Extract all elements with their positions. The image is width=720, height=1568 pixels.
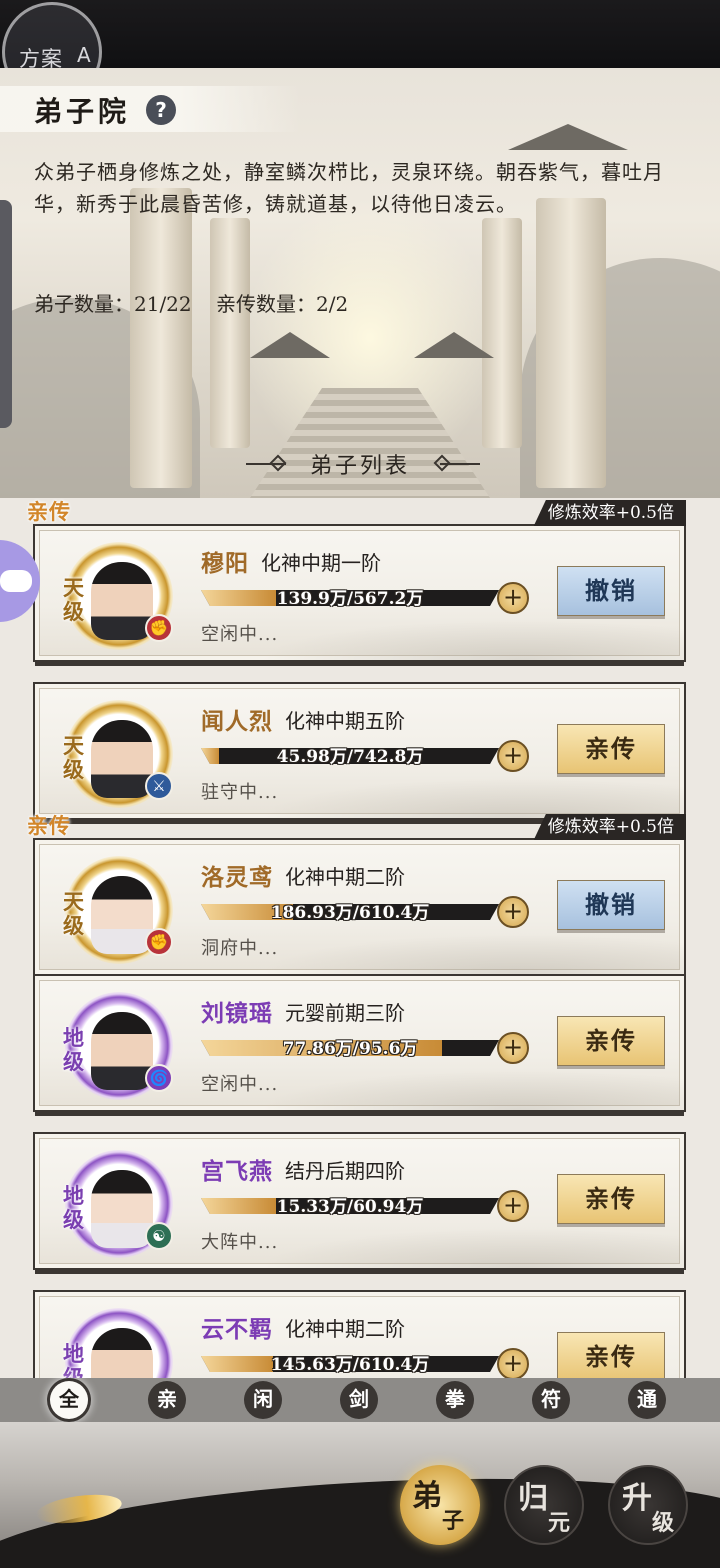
- help-icon[interactable]: ?: [146, 95, 176, 125]
- list-title: 弟子列表: [309, 454, 410, 479]
- filter-direct[interactable]: 亲: [148, 1381, 186, 1419]
- temple-roof: [508, 124, 628, 150]
- grade-label: 天级: [63, 733, 84, 782]
- efficiency-bonus-badge: 修炼效率+0.5倍: [533, 814, 686, 840]
- progress-text: 77.86万/95.6万: [282, 1039, 418, 1059]
- disciple-name: 闻人烈: [201, 708, 273, 735]
- direct-disciple-count: 亲传数量：2/2: [216, 292, 349, 316]
- portrait: [91, 1170, 153, 1248]
- add-cultivation-button[interactable]: +: [497, 896, 529, 928]
- realm-label: 元婴前期三阶: [285, 1001, 405, 1025]
- filter-sword[interactable]: 剑: [340, 1381, 378, 1419]
- make-direct-button[interactable]: 亲传: [557, 1174, 665, 1224]
- plan-letter: A: [77, 43, 91, 67]
- header-scene: [0, 68, 720, 498]
- side-drawer-handle[interactable]: [0, 200, 12, 428]
- grade-label: 天级: [63, 575, 84, 624]
- nav-label: 级: [652, 1510, 675, 1536]
- make-direct-button[interactable]: 亲传: [557, 724, 665, 774]
- add-cultivation-button[interactable]: +: [497, 582, 529, 614]
- portrait: [91, 1012, 153, 1090]
- disciple-list[interactable]: 亲传 修炼效率+0.5倍 天级 ✊ 穆阳 化神中期一阶 139.9万/567.2…: [0, 498, 720, 1378]
- disciple-card[interactable]: 亲传 修炼效率+0.5倍 天级 ✊ 穆阳 化神中期一阶 139.9万/567.2…: [27, 499, 686, 666]
- progress-text: 45.98万/742.8万: [276, 747, 424, 767]
- disciple-card[interactable]: 地级 云不羁 化神中期二阶 145.63万/610.4万 + 亲传: [33, 1290, 686, 1378]
- filter-idle[interactable]: 闲: [244, 1381, 282, 1419]
- disciple-count: 弟子数量：21/22: [34, 292, 192, 316]
- nav-upgrade[interactable]: 升 级: [608, 1465, 688, 1545]
- efficiency-bonus-badge: 修炼效率+0.5倍: [533, 500, 686, 526]
- revoke-direct-button[interactable]: 撤销: [557, 880, 665, 930]
- temple-stairs: [250, 388, 490, 498]
- status-text: 空闲中...: [201, 1074, 279, 1095]
- sword-sect-icon: ⚔: [145, 772, 173, 800]
- divider-ornament-right: [440, 463, 480, 465]
- revoke-direct-button[interactable]: 撤销: [557, 566, 665, 616]
- nav-disciples[interactable]: 弟 子: [400, 1465, 480, 1545]
- stone-pillar: [130, 188, 192, 488]
- fist-sect-icon: ✊: [145, 614, 173, 642]
- portrait: [91, 1328, 153, 1378]
- progress-text: 186.93万/610.4万: [270, 903, 430, 923]
- stone-pillar: [536, 198, 606, 488]
- progress-text: 139.9万/567.2万: [276, 589, 424, 609]
- disciple-name: 穆阳: [201, 550, 249, 577]
- temple-roof: [414, 332, 494, 358]
- disciple-name: 云不羁: [201, 1316, 273, 1343]
- nav-label: 子: [442, 1508, 465, 1534]
- grade-label: 地级: [63, 1183, 84, 1232]
- nav-label: 归: [518, 1481, 548, 1516]
- count-row: 弟子数量：21/22 亲传数量：2/2: [34, 288, 366, 317]
- gamepad-icon: [0, 570, 32, 592]
- make-direct-button[interactable]: 亲传: [557, 1332, 665, 1378]
- nav-return[interactable]: 归 元: [504, 1465, 584, 1545]
- direct-disciple-tag: 亲传: [27, 813, 71, 838]
- disciple-card[interactable]: 天级 ⚔ 闻人烈 化神中期五阶 45.98万/742.8万 + 驻守中... 亲…: [33, 682, 686, 824]
- temple-roof: [250, 332, 330, 358]
- add-cultivation-button[interactable]: +: [497, 1190, 529, 1222]
- nav-label: 弟: [412, 1479, 442, 1514]
- disciple-name: 宫飞燕: [201, 1158, 273, 1185]
- realm-label: 化神中期五阶: [285, 709, 405, 733]
- disciple-card[interactable]: 地级 ☯ 宫飞燕 结丹后期四阶 15.33万/60.94万 + 大阵中... 亲…: [33, 1132, 686, 1274]
- add-cultivation-button[interactable]: +: [497, 740, 529, 772]
- spirit-sect-icon: 🌀: [145, 1064, 173, 1092]
- realm-label: 化神中期一阶: [261, 551, 381, 575]
- grade-label: 地级: [63, 1341, 84, 1379]
- status-text: 洞府中...: [201, 938, 279, 959]
- status-text: 空闲中...: [201, 624, 279, 645]
- disciple-name: 洛灵鸢: [201, 864, 273, 891]
- realm-label: 结丹后期四阶: [285, 1159, 405, 1183]
- nav-label: 升: [622, 1481, 652, 1516]
- progress-text: 145.63万/610.4万: [270, 1355, 430, 1375]
- nav-label: 元: [548, 1510, 571, 1536]
- intro-text: 众弟子栖身修炼之处，静室鳞次栉比，灵泉环绕。朝吞紫气，暮吐月华，新秀于此晨昏苦修…: [34, 160, 664, 216]
- top-bar: [0, 0, 720, 68]
- realm-label: 化神中期二阶: [285, 865, 405, 889]
- filter-fist[interactable]: 拳: [436, 1381, 474, 1419]
- portrait: [91, 720, 153, 798]
- status-text: 大阵中...: [201, 1232, 279, 1253]
- make-direct-button[interactable]: 亲传: [557, 1016, 665, 1066]
- stone-pillar: [210, 218, 250, 448]
- add-cultivation-button[interactable]: +: [497, 1348, 529, 1378]
- progress-text: 15.33万/60.94万: [276, 1197, 424, 1217]
- disciple-card[interactable]: 亲传 修炼效率+0.5倍 天级 ✊ 洛灵鸢 化神中期二阶 186.93万/610…: [27, 813, 686, 980]
- filter-talisman[interactable]: 符: [532, 1381, 570, 1419]
- status-text: 驻守中...: [201, 782, 279, 803]
- page-title: 弟子院: [34, 95, 131, 128]
- portrait: [91, 562, 153, 640]
- realm-label: 化神中期二阶: [285, 1317, 405, 1341]
- disciple-card[interactable]: 地级 🌀 刘镜瑶 元婴前期三阶 77.86万/95.6万 + 空闲中... 亲传: [33, 974, 686, 1116]
- direct-disciple-tag: 亲传: [27, 499, 71, 524]
- disciple-name: 刘镜瑶: [201, 1000, 273, 1027]
- grade-label: 地级: [63, 1025, 84, 1074]
- add-cultivation-button[interactable]: +: [497, 1032, 529, 1064]
- portrait: [91, 876, 153, 954]
- filter-general[interactable]: 通: [628, 1381, 666, 1419]
- fist-sect-icon: ✊: [145, 928, 173, 956]
- filter-all[interactable]: 全: [50, 1381, 88, 1419]
- grade-label: 天级: [63, 889, 84, 938]
- talisman-sect-icon: ☯: [145, 1222, 173, 1250]
